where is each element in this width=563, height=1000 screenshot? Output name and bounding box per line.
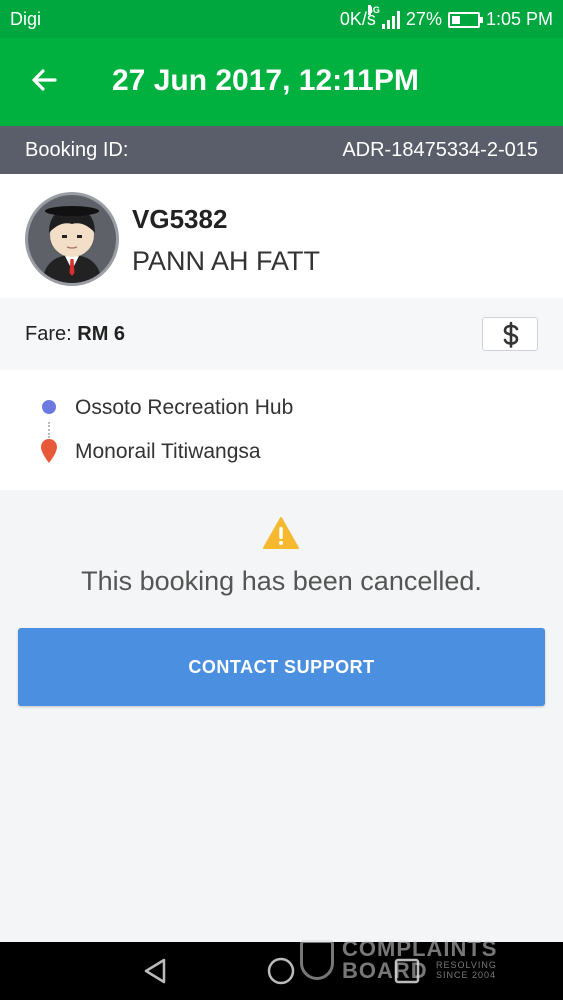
clock: 1:05 PM xyxy=(485,9,553,29)
driver-avatar-icon xyxy=(28,195,116,283)
booking-id-label: Booking ID: xyxy=(25,139,129,161)
back-triangle-icon[interactable] xyxy=(140,956,170,986)
payment-method-button[interactable] xyxy=(482,317,538,351)
status-icons: 0K/s 4G 27% 1:05 PM xyxy=(340,4,553,30)
fare-label: Fare: xyxy=(25,323,72,345)
cancellation-section: This booking has been cancelled. CONTACT… xyxy=(0,490,563,942)
watermark-tagline: RESOLVING SINCE 2004 xyxy=(436,960,516,980)
pickup-location: Ossoto Recreation Hub xyxy=(0,388,563,428)
driver-card: VG5382 PANN AH FATT xyxy=(0,174,563,298)
fare-row: Fare: RM 6 xyxy=(0,298,563,370)
fare-text: Fare: RM 6 xyxy=(25,323,125,346)
status-bar: Digi 0K/s 4G 27% 1:05 PM xyxy=(0,0,563,38)
booking-id-value: ADR-18475334-2-015 xyxy=(342,139,538,161)
home-circle-icon[interactable] xyxy=(266,956,296,986)
contact-support-button[interactable]: CONTACT SUPPORT xyxy=(18,628,545,706)
driver-name: PANN AH FATT xyxy=(132,246,321,276)
page-title: 27 Jun 2017, 12:11PM xyxy=(112,64,419,97)
dollar-icon xyxy=(503,321,519,348)
watermark-tag1: RESOLVING xyxy=(436,960,497,970)
vehicle-plate: VG5382 xyxy=(132,204,228,234)
dropoff-location: Monorail Titiwangsa xyxy=(0,432,563,472)
arrow-left-icon[interactable] xyxy=(28,64,60,96)
watermark-logo: COMPLAINTS BOARD RESOLVING SINCE 2004 xyxy=(300,936,550,984)
battery-icon xyxy=(447,11,483,28)
fare-amount: RM 6 xyxy=(77,323,126,345)
carrier-name: Digi xyxy=(10,9,42,29)
cancellation-message: This booking has been cancelled. xyxy=(81,566,482,596)
route-card: Ossoto Recreation Hub Monorail Titiwangs… xyxy=(0,370,563,490)
dropoff-label: Monorail Titiwangsa xyxy=(75,440,261,463)
battery-percent: 27% xyxy=(405,9,442,29)
network-type: 4G xyxy=(367,4,380,15)
booking-id-row: Booking ID: ADR-18475334-2-015 xyxy=(0,126,563,174)
watermark-line2: BOARD xyxy=(342,958,428,983)
warning-icon xyxy=(263,517,299,549)
avatar xyxy=(25,192,119,286)
pickup-label: Ossoto Recreation Hub xyxy=(75,396,294,419)
signal-icon: 4G xyxy=(367,4,400,29)
app-bar: 27 Jun 2017, 12:11PM xyxy=(0,38,563,126)
watermark-tag2: SINCE 2004 xyxy=(436,970,497,980)
shield-icon xyxy=(300,940,334,980)
